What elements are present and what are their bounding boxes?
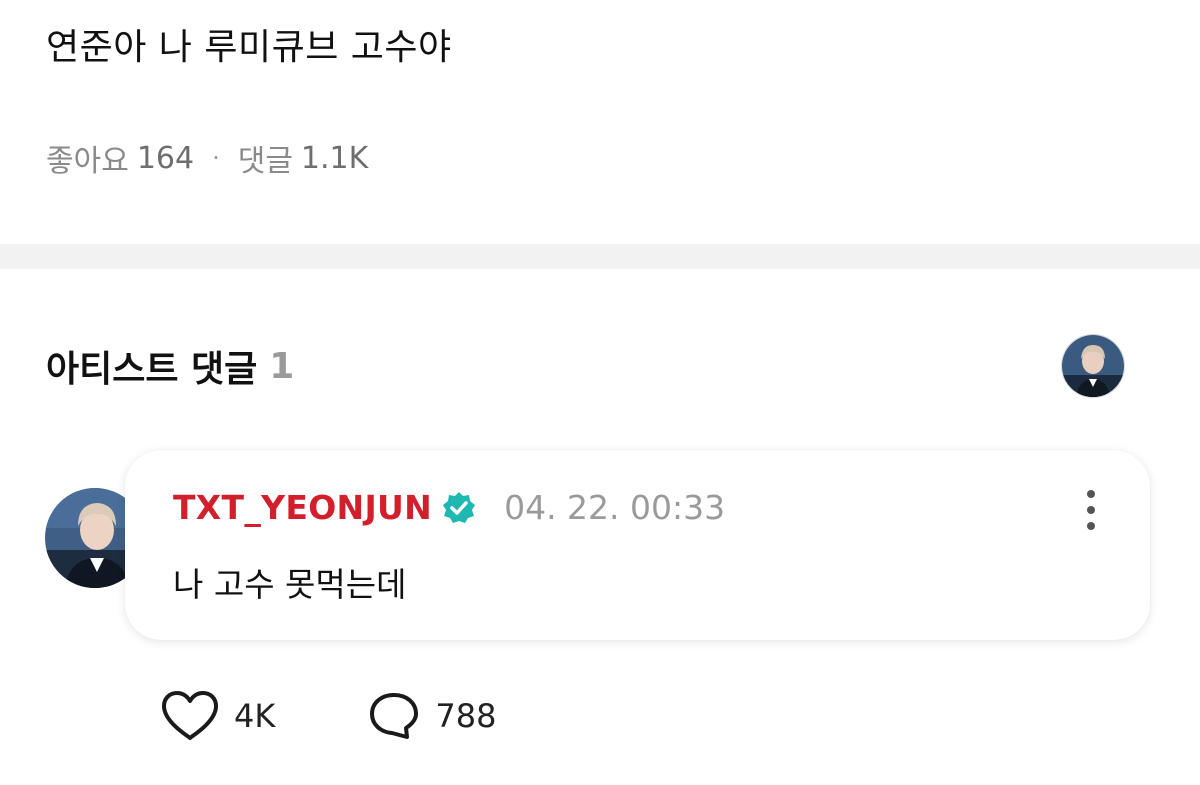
- section-divider: [0, 244, 1200, 269]
- comment-card: TXT_YEONJUN 04. 22. 00:33 나 고수 못먹는데: [125, 450, 1150, 640]
- post-stats: 좋아요 164 · 댓글 1.1K: [46, 136, 368, 180]
- comments-count: 1.1K: [300, 140, 369, 176]
- artist-comments-count: 1: [269, 345, 295, 387]
- comment-timestamp: 04. 22. 00:33: [504, 488, 726, 527]
- like-button[interactable]: 4K: [160, 690, 275, 742]
- comment-text: 나 고수 못먹는데: [173, 565, 407, 604]
- stats-separator: ·: [212, 144, 220, 172]
- reply-button[interactable]: 788: [367, 691, 496, 741]
- likes-count: 164: [136, 140, 195, 176]
- reply-count: 788: [435, 697, 497, 735]
- comment-bubble-icon: [370, 693, 419, 739]
- comment-actions: 4K 788: [160, 690, 588, 742]
- likes-label: 좋아요: [46, 144, 129, 179]
- comments-label: 댓글: [237, 144, 293, 179]
- like-count: 4K: [234, 697, 276, 735]
- comment-author[interactable]: TXT_YEONJUN: [173, 488, 432, 527]
- artist-comments-header: 아티스트 댓글 1: [46, 340, 294, 392]
- artist-avatar-small[interactable]: [1061, 334, 1125, 398]
- verified-badge-icon: [443, 491, 476, 523]
- artist-comments-title: 아티스트 댓글: [46, 349, 258, 390]
- comment-header: TXT_YEONJUN 04. 22. 00:33: [173, 488, 725, 527]
- more-vertical-icon[interactable]: [1084, 490, 1098, 530]
- heart-icon: [162, 691, 218, 740]
- post-title: 연준아 나 루미큐브 고수야: [46, 27, 452, 68]
